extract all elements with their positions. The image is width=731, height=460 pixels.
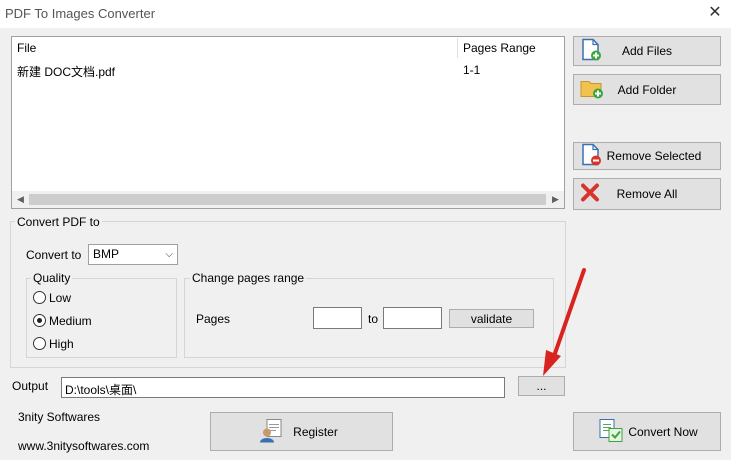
close-icon[interactable]: ✕	[706, 4, 724, 22]
quality-low-label[interactable]: Low	[49, 291, 71, 305]
quality-group-label: Quality	[31, 271, 73, 285]
window-title: PDF To Images Converter	[5, 6, 156, 21]
quality-high-radio[interactable]	[33, 337, 46, 350]
add-files-button[interactable]: Add Files	[573, 36, 721, 66]
add-file-icon	[580, 38, 602, 65]
delete-x-icon	[580, 183, 600, 206]
validate-label: validate	[470, 311, 513, 326]
horizontal-scrollbar[interactable]: ◀ ▶	[12, 191, 564, 208]
output-label: Output	[12, 379, 49, 393]
page-from-input[interactable]	[313, 307, 362, 329]
to-label: to	[368, 312, 379, 326]
scrollbar-thumb[interactable]	[29, 194, 546, 205]
website-link[interactable]: www.3nitysoftwares.com	[18, 439, 149, 453]
convert-to-label: Convert to	[26, 248, 82, 262]
quality-high-label[interactable]: High	[49, 337, 74, 351]
remove-selected-label: Remove Selected	[606, 149, 702, 163]
output-path-input[interactable]: D:\tools\桌面\	[61, 377, 505, 398]
add-folder-icon	[580, 77, 604, 102]
scroll-left-icon[interactable]: ◀	[12, 191, 29, 208]
convert-icon	[598, 417, 624, 446]
quality-medium-label[interactable]: Medium	[49, 314, 92, 328]
format-select[interactable]: BMP ⌵	[88, 244, 178, 265]
scroll-right-icon[interactable]: ▶	[547, 191, 564, 208]
column-header-pages-range[interactable]: Pages Range	[463, 41, 536, 55]
format-select-value: BMP	[93, 247, 120, 261]
convert-now-button[interactable]: Convert Now	[573, 412, 721, 451]
remove-selected-button[interactable]: Remove Selected	[573, 142, 721, 170]
pages-range-group-label: Change pages range	[190, 271, 307, 285]
page-to-input[interactable]	[383, 307, 442, 329]
validate-button[interactable]: validate	[449, 309, 534, 328]
remove-all-button[interactable]: Remove All	[573, 178, 721, 210]
column-divider[interactable]	[457, 38, 458, 58]
quality-medium-radio[interactable]	[33, 314, 46, 327]
remove-all-label: Remove All	[616, 187, 678, 201]
file-list[interactable]	[11, 36, 565, 209]
add-files-label: Add Files	[621, 44, 673, 58]
add-folder-button[interactable]: Add Folder	[573, 74, 721, 105]
add-folder-label: Add Folder	[617, 82, 677, 97]
quality-low-radio[interactable]	[33, 291, 46, 304]
pages-label: Pages	[196, 312, 231, 326]
register-button[interactable]: Register	[210, 412, 393, 451]
chevron-down-icon: ⌵	[165, 249, 173, 260]
browse-label: ...	[536, 379, 547, 393]
file-row-range[interactable]: 1-1	[463, 63, 480, 77]
column-header-file[interactable]: File	[17, 41, 36, 55]
remove-file-icon	[580, 143, 602, 170]
browse-button[interactable]: ...	[518, 376, 565, 396]
file-row-name[interactable]: 新建 DOC文档.pdf	[17, 63, 115, 80]
register-user-icon	[259, 417, 285, 446]
company-name: 3nity Softwares	[18, 410, 101, 424]
convert-group-label: Convert PDF to	[15, 215, 102, 229]
